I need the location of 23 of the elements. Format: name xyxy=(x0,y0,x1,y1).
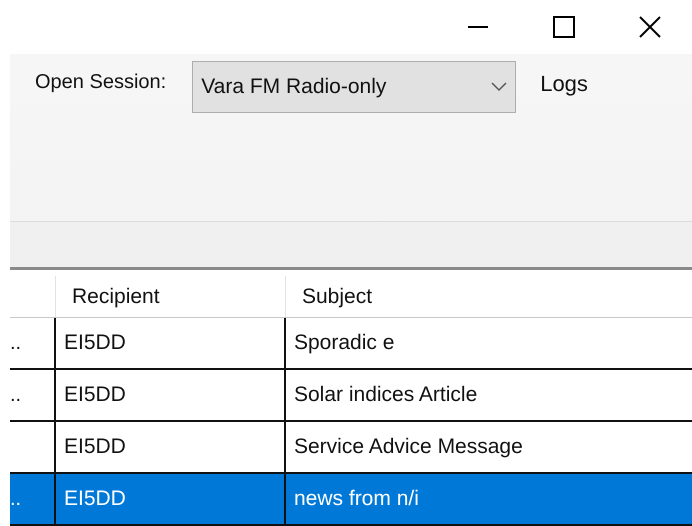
chevron-down-icon xyxy=(491,82,508,92)
close-icon[interactable] xyxy=(638,15,662,39)
table-cell-text: .. xyxy=(10,487,22,512)
table-cell-text: .. xyxy=(10,383,22,408)
table-cell-text: EI5DD xyxy=(64,330,126,356)
table-row[interactable]: .. EI5DD news from n/i xyxy=(10,474,692,526)
table-row[interactable]: .. EI5DD Solar indices Article xyxy=(10,370,692,422)
table-cell-text: news from n/i xyxy=(294,486,419,512)
table-cell-text: Service Advice Message xyxy=(294,434,523,460)
session-dropdown[interactable]: Vara FM Radio-only xyxy=(192,61,516,113)
maximize-icon[interactable] xyxy=(552,15,576,39)
session-label: Open Session: xyxy=(35,70,166,95)
column-header[interactable]: Recipient xyxy=(56,276,286,317)
table-row[interactable]: .. EI5DD Sporadic e xyxy=(10,318,692,370)
table-cell-text: Sporadic e xyxy=(294,330,394,356)
column-header[interactable]: Subject xyxy=(286,276,692,317)
table-cell-text: Solar indices Article xyxy=(294,382,478,408)
logs-label[interactable]: Logs xyxy=(540,67,588,100)
table-row[interactable]: EI5DD Service Advice Message xyxy=(10,422,692,474)
table-cell-text: EI5DD xyxy=(64,382,126,408)
table-cell-text: EI5DD xyxy=(64,486,126,512)
table-cell-text: EI5DD xyxy=(64,434,126,460)
table-cell-text: .. xyxy=(10,331,22,356)
